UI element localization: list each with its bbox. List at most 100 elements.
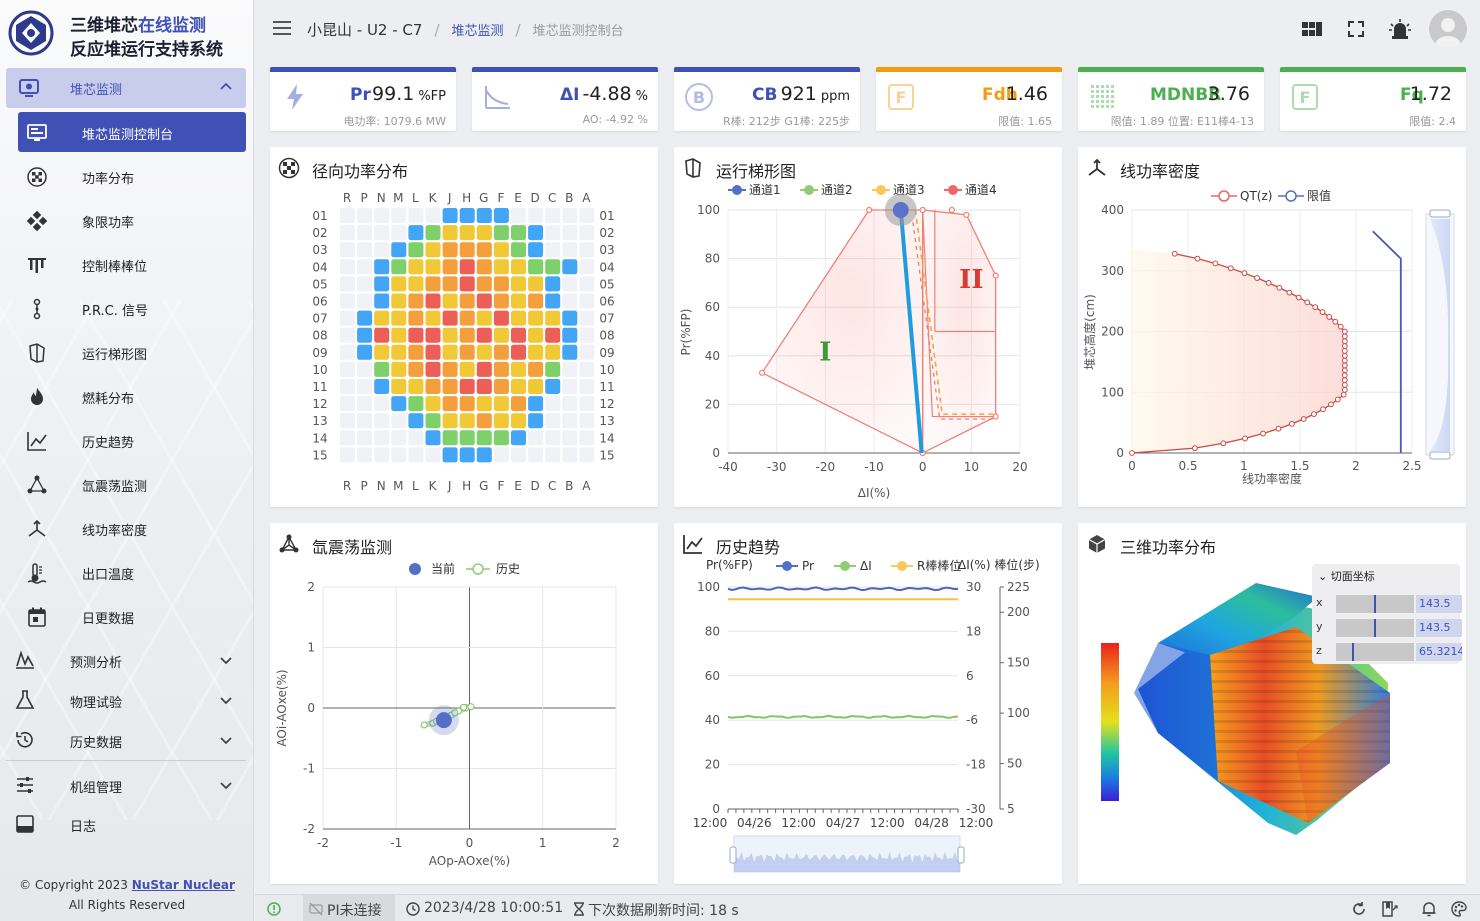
sidebar-item-4[interactable]: P.R.C. 信号 [18,288,246,328]
assembly-cell[interactable] [425,293,441,309]
assembly-cell[interactable] [408,361,424,377]
sidebar-top-item-0[interactable]: 预测分析 [6,640,246,680]
slice-x-value[interactable]: 143.5 [1416,595,1462,613]
sidebar-item-0[interactable]: 堆芯监测控制台 [18,112,246,152]
assembly-cell[interactable] [425,242,441,258]
assembly-cell[interactable] [374,379,390,394]
assembly-cell[interactable] [408,259,424,275]
radial-power-map[interactable]: RRPPNNMMLLKKJJHHGGFFEEDDCCBBAA01 0102 0203… [270,147,658,507]
assembly-cell[interactable] [391,361,407,377]
linear-power-chart[interactable]: QT(z) 限值 0 100 200 300 400 0 0.5 1 1.5 2 2.5 线功率密度 堆芯高… [1078,147,1466,507]
assembly-cell[interactable] [545,310,561,326]
assembly-cell[interactable] [493,413,509,429]
assembly-cell[interactable] [459,344,475,360]
assembly-cell[interactable] [425,225,441,241]
assembly-cell[interactable] [545,293,561,309]
assembly-cell[interactable] [476,327,492,343]
assembly-cell[interactable] [493,396,509,412]
assembly-cell[interactable] [374,293,390,309]
assembly-cell[interactable] [511,276,526,292]
assembly-cell[interactable] [442,242,458,258]
fullscreen-icon[interactable] [1345,18,1367,40]
assembly-cell[interactable] [511,344,526,360]
assembly-cell[interactable] [528,225,544,241]
slice-y-value[interactable]: 143.5 [1416,619,1462,637]
assembly-cell[interactable] [476,259,492,275]
assembly-cell[interactable] [374,310,390,326]
zoom-handle-bottom[interactable] [1429,451,1451,460]
assembly-cell[interactable] [511,310,526,326]
sidebar-item-5[interactable]: 运行梯形图 [18,332,246,372]
kpi-card-5[interactable]: F Fq 1.72 限值: 2.4 [1280,67,1466,131]
kpi-card-0[interactable]: Pr 99.1 %FP 电功率: 1079.6 MW [270,67,456,131]
assembly-cell[interactable] [391,293,407,309]
slice-z-value[interactable]: 65.32142 [1416,643,1462,661]
assembly-cell[interactable] [545,259,561,275]
assembly-cell[interactable] [459,361,475,377]
trapezoid-chart[interactable]: 通道1 通道2 通道3 通道4020406080100-40 -30 -20 -10 0 10 2… [674,147,1062,507]
assembly-cell[interactable] [357,344,373,360]
assembly-cell[interactable] [408,242,424,258]
dashboard-layout-icon[interactable] [1301,18,1323,40]
assembly-cell[interactable] [425,310,441,326]
assembly-cell[interactable] [493,361,509,377]
assembly-cell[interactable] [476,413,492,429]
assembly-cell[interactable] [391,379,407,394]
assembly-cell[interactable] [442,327,458,343]
data-zoom-handle-left[interactable] [729,846,737,864]
assembly-cell[interactable] [459,276,475,292]
assembly-cell[interactable] [476,447,492,463]
assembly-cell[interactable] [476,293,492,309]
assembly-cell[interactable] [459,430,475,446]
kpi-card-4[interactable]: MDNBR 3.76 限值: 1.89 位置: E11棒4-13 [1078,67,1264,131]
assembly-cell[interactable] [425,276,441,292]
assembly-cell[interactable] [528,242,544,258]
assembly-cell[interactable] [374,276,390,292]
assembly-cell[interactable] [493,225,509,241]
assembly-cell[interactable] [459,327,475,343]
assembly-cell[interactable] [528,361,544,377]
assembly-cell[interactable] [476,242,492,258]
avatar[interactable] [1429,10,1467,48]
assembly-cell[interactable] [425,361,441,377]
assembly-cell[interactable] [511,225,526,241]
bookmark-export-icon[interactable] [1381,901,1399,917]
assembly-cell[interactable] [408,379,424,394]
assembly-cell[interactable] [562,259,578,275]
assembly-cell[interactable] [545,344,561,360]
data-zoom-handle-right[interactable] [957,846,965,864]
slice-z-slider[interactable] [1336,643,1414,661]
kpi-card-3[interactable]: F Fdh 1.46 限值: 1.65 [876,67,1062,131]
assembly-cell[interactable] [476,430,492,446]
slice-x-thumb[interactable] [1374,595,1376,613]
assembly-cell[interactable] [442,276,458,292]
history-chart[interactable]: Pr(%FP) ΔI(%) 棒位(步) Pr ΔI R棒棒位 0 -30 20 -18 40 -6 6… [674,523,1062,884]
assembly-cell[interactable] [545,327,561,343]
assembly-cell[interactable] [493,344,509,360]
assembly-cell[interactable] [442,379,458,394]
assembly-cell[interactable] [408,413,424,429]
assembly-cell[interactable] [442,310,458,326]
assembly-cell[interactable] [425,396,441,412]
assembly-cell[interactable] [459,396,475,412]
assembly-cell[interactable] [442,430,458,446]
assembly-cell[interactable] [528,259,544,275]
assembly-cell[interactable] [442,225,458,241]
assembly-cell[interactable] [459,447,475,463]
menu-icon[interactable] [273,20,291,36]
sidebar-item-7[interactable]: 历史趋势 [18,420,246,460]
assembly-cell[interactable] [511,396,526,412]
assembly-cell[interactable] [442,344,458,360]
assembly-cell[interactable] [391,310,407,326]
assembly-cell[interactable] [442,208,458,223]
breadcrumb-unit[interactable]: 小昆山 - U2 - C7 [307,21,422,39]
assembly-cell[interactable] [476,310,492,326]
assembly-cell[interactable] [408,225,424,241]
sidebar-item-9[interactable]: 线功率密度 [18,508,246,548]
assembly-cell[interactable] [493,276,509,292]
assembly-cell[interactable] [425,259,441,275]
assembly-cell[interactable] [562,310,578,326]
assembly-cell[interactable] [493,293,509,309]
assembly-cell[interactable] [476,344,492,360]
slice-header[interactable]: ⌄ 切面坐标 [1318,568,1375,584]
